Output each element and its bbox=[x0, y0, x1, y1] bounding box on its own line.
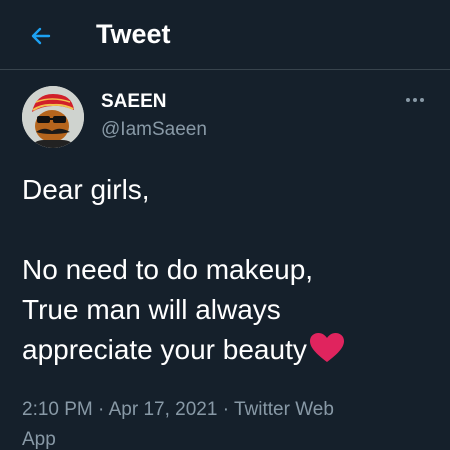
tweet-date[interactable]: Apr 17, 2021 bbox=[109, 399, 218, 420]
page-title: Tweet bbox=[96, 19, 171, 49]
tweet-text: Dear girls, No need to do makeup, True m… bbox=[22, 170, 437, 370]
back-button[interactable] bbox=[22, 17, 60, 55]
author-name[interactable]: SAEEN bbox=[101, 90, 166, 114]
tweet-source-continued[interactable]: App bbox=[22, 429, 56, 450]
tweet-line: True man will always bbox=[22, 294, 281, 325]
separator: · bbox=[98, 399, 105, 420]
separator: · bbox=[222, 399, 230, 420]
tweet-line-last: appreciate your beauty bbox=[22, 330, 437, 370]
tweet-time[interactable]: 2:10 PM bbox=[22, 399, 93, 420]
red-heart-icon bbox=[309, 333, 344, 362]
more-horizontal-icon-dot bbox=[413, 98, 417, 102]
more-horizontal-icon bbox=[406, 98, 410, 102]
tweet-line: Dear girls, bbox=[22, 174, 150, 205]
avatar[interactable] bbox=[22, 86, 84, 148]
tweet-line: No need to do makeup, bbox=[22, 254, 314, 285]
tweet-source[interactable]: Twitter Web bbox=[234, 399, 334, 420]
top-bar: Tweet bbox=[0, 0, 450, 70]
tweet-line-text: appreciate your beauty bbox=[22, 334, 307, 365]
more-horizontal-icon-dot bbox=[420, 98, 424, 102]
tweet-metadata: 2:10 PM · Apr 17, 2021 · Twitter Web App bbox=[22, 395, 422, 450]
cartoon-man-avatar-icon bbox=[22, 86, 84, 148]
arrow-left-icon bbox=[31, 27, 51, 45]
tweet-detail-screen: Tweet SAEEN @IamSaeen Dear girls, No nee… bbox=[0, 0, 450, 450]
author-handle[interactable]: @IamSaeen bbox=[101, 118, 207, 142]
more-options-button[interactable] bbox=[400, 92, 430, 108]
